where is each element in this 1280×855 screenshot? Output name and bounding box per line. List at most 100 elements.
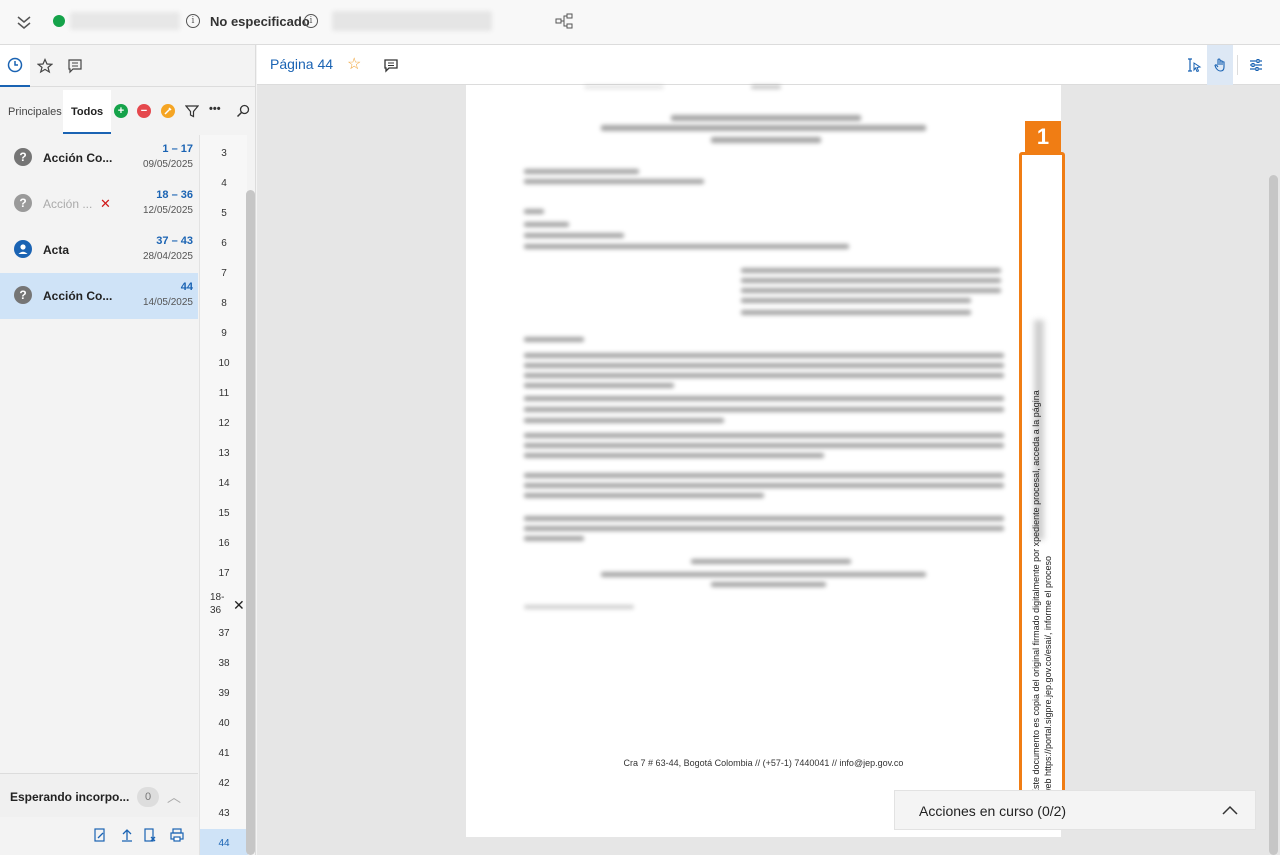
page-number[interactable]: 38 <box>200 658 248 669</box>
waiting-label: Esperando incorpo... <box>10 790 130 804</box>
page-number[interactable]: 18- 36 <box>200 591 248 617</box>
tab-principales[interactable]: Principales <box>0 90 70 134</box>
edit-filter-icon[interactable] <box>161 104 175 118</box>
text-select-tool-icon[interactable] <box>1181 45 1207 85</box>
doc-title: Acción Co... <box>43 289 113 303</box>
list-item[interactable]: ? Acción ... ✕ 18 – 36 12/05/2025 <box>0 181 198 227</box>
page-number[interactable]: 42 <box>200 778 248 789</box>
star-icon[interactable]: ☆ <box>347 54 361 74</box>
page-number[interactable]: 9 <box>200 328 248 339</box>
page-footer: Cra 7 # 63-44, Bogotá Colombia // (+57-1… <box>623 758 904 768</box>
doc-page-range: 44 <box>180 281 193 293</box>
list-item[interactable]: ? Acción Co... 44 14/05/2025 <box>0 273 198 319</box>
stamp-line: Este documento es copia del original fir… <box>1031 390 1041 795</box>
search-icon[interactable] <box>236 104 250 118</box>
upload-icon[interactable] <box>119 827 135 843</box>
document-page: Cra 7 # 63-44, Bogotá Colombia // (+57-1… <box>466 85 1065 837</box>
redacted-text <box>711 582 826 587</box>
page-number[interactable]: 10 <box>200 358 248 369</box>
redacted-text <box>671 115 861 121</box>
page-number[interactable]: 39 <box>200 688 248 699</box>
page-number[interactable]: 13 <box>200 448 248 459</box>
page-number[interactable]: 43 <box>200 808 248 819</box>
question-icon: ? <box>14 286 32 304</box>
page-number[interactable]: 6 <box>200 238 248 249</box>
page-number[interactable]: 15 <box>200 508 248 519</box>
redacted-text <box>524 169 639 174</box>
page-number[interactable]: 44 <box>200 829 248 855</box>
add-filter-icon[interactable]: + <box>114 104 128 118</box>
redacted-text <box>524 407 1004 412</box>
document-viewer[interactable]: Cra 7 # 63-44, Bogotá Colombia // (+57-1… <box>257 85 1280 855</box>
hand-tool-icon[interactable] <box>1207 45 1233 85</box>
page-number[interactable]: 5 <box>200 208 248 219</box>
page-number[interactable]: 17 <box>200 568 248 579</box>
left-panel-tabs <box>0 45 256 87</box>
page-number[interactable]: 12 <box>200 418 248 429</box>
redacted-text <box>751 85 781 89</box>
tab-todos[interactable]: Todos <box>63 90 112 134</box>
list-item[interactable]: Acta 37 – 43 28/04/2025 <box>0 227 198 273</box>
scrollbar[interactable] <box>246 190 255 855</box>
stamp-number-badge: 1 <box>1025 121 1061 153</box>
comment-icon <box>68 59 82 74</box>
redacted-text <box>524 373 1004 378</box>
redacted-text <box>741 288 1001 293</box>
comment-icon[interactable] <box>383 57 399 73</box>
status-label: No especificado <box>210 14 310 29</box>
page-title: Página 44 <box>270 56 334 72</box>
page-number[interactable]: 37 <box>200 628 248 639</box>
add-icon[interactable] <box>53 15 65 27</box>
redacted-text <box>741 268 1001 273</box>
redacted-text <box>524 443 1004 448</box>
redacted-text <box>524 244 849 249</box>
tab-comments[interactable] <box>60 45 90 87</box>
tab-history[interactable] <box>0 45 30 87</box>
page-number[interactable]: 40 <box>200 718 248 729</box>
funnel-filter-icon[interactable] <box>185 104 199 118</box>
actions-in-progress-panel[interactable]: Acciones en curso (0/2) <box>894 790 1256 830</box>
viewer-header: Página 44 ☆ <box>257 45 1280 85</box>
redacted-text <box>691 559 851 564</box>
filter-bar: Principales Todos + − ••• <box>0 90 256 134</box>
page-number[interactable]: 14 <box>200 478 248 489</box>
settings-sliders-icon[interactable] <box>1243 45 1269 85</box>
collapse-chevron-icon[interactable] <box>14 12 34 32</box>
page-number[interactable]: 4 <box>200 178 248 189</box>
redacted-text <box>524 383 674 388</box>
info-icon[interactable]: i <box>186 14 200 28</box>
page-number[interactable]: 11 <box>200 388 248 399</box>
stamp-text: Este documento es copia del original fir… <box>1030 155 1054 795</box>
page-number[interactable]: 3 <box>200 148 248 159</box>
redacted-text <box>741 278 1001 283</box>
page-number[interactable]: 8 <box>200 298 248 309</box>
more-options-icon[interactable]: ••• <box>209 103 221 115</box>
waiting-count-badge: 0 <box>137 787 159 807</box>
chevron-up-icon[interactable]: ︿ <box>167 787 181 807</box>
redacted-text <box>524 516 1004 521</box>
stamp-line: web https://portal.sigpre.jep.gov.co/esa… <box>1043 556 1053 795</box>
tab-favorites[interactable] <box>30 45 60 87</box>
chevron-up-icon[interactable] <box>1221 803 1239 817</box>
redacted-text <box>524 363 1004 368</box>
delete-document-icon[interactable] <box>142 827 158 843</box>
redacted-text <box>524 453 824 458</box>
remove-filter-icon[interactable]: − <box>137 104 151 118</box>
info-icon[interactable]: i <box>304 14 318 28</box>
doc-date: 28/04/2025 <box>142 251 193 262</box>
page-number[interactable]: 41 <box>200 748 248 759</box>
page-number[interactable]: 7 <box>200 268 248 279</box>
edit-document-icon[interactable] <box>92 827 108 843</box>
page-number[interactable]: 16 <box>200 538 248 549</box>
scrollbar[interactable] <box>1269 175 1278 855</box>
doc-page-range: 1 – 17 <box>162 143 193 155</box>
doc-title: Acción Co... <box>43 151 113 165</box>
waiting-panel[interactable]: Esperando incorpo... 0 ︿ <box>0 773 198 817</box>
tree-structure-icon[interactable] <box>555 12 573 30</box>
list-item[interactable]: ? Acción Co... 1 – 17 09/05/2025 <box>0 135 198 181</box>
doc-date: 14/05/2025 <box>142 297 193 308</box>
redacted-text <box>524 493 764 498</box>
print-icon[interactable] <box>169 827 185 843</box>
question-icon: ? <box>14 194 32 212</box>
doc-date: 12/05/2025 <box>142 205 193 216</box>
